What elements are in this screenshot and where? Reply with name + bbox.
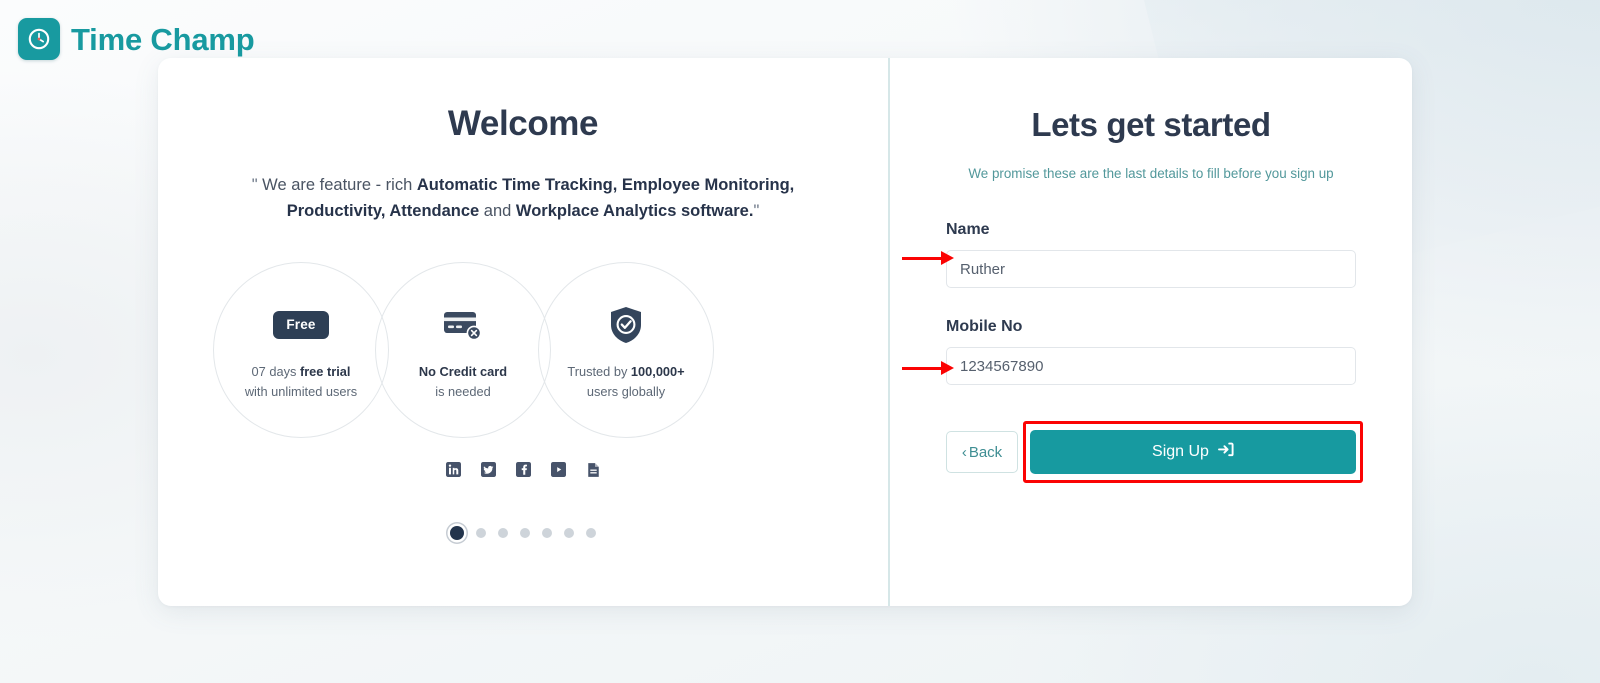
clock-icon [18, 18, 60, 60]
brand-name: Time Champ [71, 21, 255, 57]
name-field-group: Name [946, 221, 1356, 288]
feature3-line1-bold: 100,000+ [630, 364, 685, 380]
credit-card-disabled-icon [442, 302, 484, 348]
free-badge-icon: Free [273, 302, 329, 348]
feature3-line1-prefix: Trusted by [567, 364, 631, 380]
welcome-quote: " We are feature - rich Automatic Time T… [223, 172, 823, 224]
arrow-head [941, 251, 954, 265]
name-input[interactable] [946, 250, 1356, 288]
signup-form-pane: Lets get started We promise these are th… [890, 58, 1412, 606]
arrow-shaft [902, 256, 942, 260]
mobile-field-group: Mobile No [946, 318, 1356, 385]
blog-icon[interactable] [586, 462, 601, 477]
feature-free-trial-text: 07 days free trial with unlimited users [245, 362, 357, 402]
carousel-dot-5[interactable] [542, 528, 552, 538]
quote-close: " [753, 202, 760, 221]
carousel-dot-7[interactable] [586, 528, 596, 538]
carousel-dot-2[interactable] [476, 528, 486, 538]
sign-up-button[interactable]: Sign Up [1030, 430, 1356, 474]
form-actions: ‹ Back Sign Up [946, 421, 1363, 483]
brand-logo[interactable]: Time Champ [18, 18, 255, 60]
arrow-head [941, 361, 954, 375]
feature-circles: Free 07 days free trial with unlimited u… [213, 262, 833, 442]
carousel-dots [158, 526, 888, 540]
feature1-line1-bold: free trial [299, 364, 351, 380]
feature2-line2: is needed [435, 384, 491, 400]
form-subtitle: We promise these are the last details to… [968, 166, 1334, 181]
social-links [158, 462, 888, 477]
annotation-arrow-name [902, 251, 954, 265]
mobile-label: Mobile No [946, 318, 1023, 335]
feature3-line2: users globally [586, 384, 666, 400]
quote-part2: and [479, 202, 516, 221]
feature2-line1-bold: No Credit card [418, 364, 508, 380]
chevron-left-icon: ‹ [961, 443, 967, 461]
shield-check-icon [608, 302, 644, 348]
twitter-icon[interactable] [480, 462, 496, 477]
carousel-dot-4[interactable] [520, 528, 530, 538]
youtube-icon[interactable] [550, 462, 566, 477]
sign-up-button-label: Sign Up [1152, 443, 1209, 460]
feature-no-credit-card-text: No Credit card is needed [419, 362, 507, 402]
carousel-dot-1[interactable] [450, 526, 464, 540]
feature-trusted-users-text: Trusted by 100,000+ users globally [567, 362, 684, 402]
feature1-line1-prefix: 07 days [251, 364, 300, 380]
feature-trusted-users: Trusted by 100,000+ users globally [538, 262, 714, 439]
welcome-title: Welcome [447, 104, 599, 143]
signup-card: Welcome " We are feature - rich Automati… [158, 58, 1412, 606]
mobile-input[interactable] [946, 347, 1356, 385]
sign-in-arrow-icon [1218, 442, 1234, 462]
free-badge-label: Free [273, 311, 329, 340]
name-label: Name [946, 221, 990, 238]
form-title: Lets get started [1031, 106, 1271, 143]
quote-part1: We are feature - rich [257, 176, 417, 194]
carousel-dot-6[interactable] [564, 528, 574, 538]
facebook-icon[interactable] [515, 462, 531, 477]
sign-up-button-wrapper: Sign Up [1023, 421, 1363, 483]
feature-free-trial: Free 07 days free trial with unlimited u… [213, 262, 389, 439]
carousel-dot-3[interactable] [498, 528, 508, 538]
back-button[interactable]: ‹ Back [946, 431, 1018, 473]
annotation-arrow-mobile [902, 361, 954, 375]
back-button-label: Back [968, 443, 1003, 461]
quote-bold2: Workplace Analytics software. [515, 202, 754, 221]
arrow-shaft [902, 366, 942, 370]
linkedin-icon[interactable] [445, 462, 461, 477]
feature1-line2: with unlimited users [244, 384, 358, 400]
welcome-pane: Welcome " We are feature - rich Automati… [158, 58, 888, 606]
feature-no-credit-card: No Credit card is needed [375, 262, 551, 439]
